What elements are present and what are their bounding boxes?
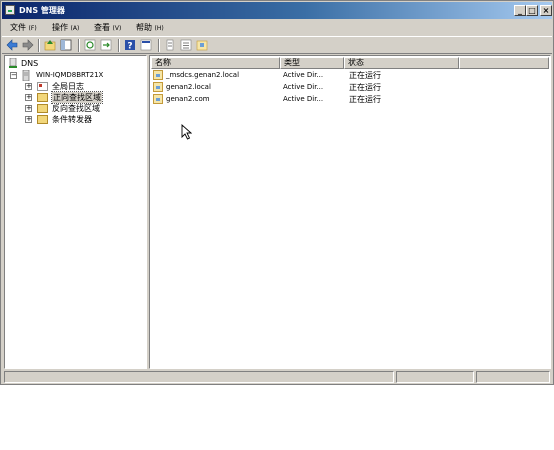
list-item[interactable]: genan2.local Active Dir... 正在运行 <box>152 81 548 93</box>
menu-view-key: (V) <box>112 25 122 32</box>
zone-name: genan2.local <box>166 83 211 91</box>
column-header-status[interactable]: 状态 <box>344 57 459 69</box>
new-zone-icon[interactable] <box>196 39 208 51</box>
status-panel-main <box>4 371 394 383</box>
toolbar-separator <box>38 39 40 52</box>
tree-item-global-logs[interactable]: + 全局日志 <box>8 81 138 92</box>
list-item[interactable]: _msdcs.genan2.local Active Dir... 正在运行 <box>152 69 548 81</box>
zone-name: _msdcs.genan2.local <box>166 71 240 79</box>
title-bar[interactable]: DNS 管理器 _ □ × <box>2 2 552 19</box>
expand-toggle[interactable]: + <box>25 83 32 90</box>
tree-item-label-selected: 正向查找区域 <box>51 91 103 104</box>
zone-list: 名称 类型 状态 _msdcs.genan2.local Active Dir.… <box>149 55 551 369</box>
tree-server-node[interactable]: − WIN-IQMD8BRT21X <box>8 70 138 81</box>
up-icon[interactable] <box>44 39 56 51</box>
collapse-toggle[interactable]: − <box>10 72 17 79</box>
menu-view-label: 查看 <box>94 23 110 32</box>
help-icon[interactable]: ? <box>124 39 136 51</box>
refresh-icon[interactable] <box>84 39 96 51</box>
show-hide-tree-icon[interactable] <box>60 39 72 51</box>
zone-type: Active Dir... <box>283 95 324 103</box>
zone-icon <box>153 82 163 92</box>
list-icon[interactable] <box>180 39 192 51</box>
menu-action[interactable]: 操作 (A) <box>52 22 79 33</box>
menu-bar: 文件 (F) 操作 (A) 查看 (V) 帮助 (H) <box>2 20 552 35</box>
event-log-icon <box>37 82 48 91</box>
tree-item-label: 条件转发器 <box>52 115 92 124</box>
menu-help-label: 帮助 <box>136 23 152 32</box>
menu-file-label: 文件 <box>10 23 26 32</box>
toolbar-separator <box>118 39 120 52</box>
tree-root-dns[interactable]: DNS <box>8 58 88 69</box>
zone-status: 正在运行 <box>349 95 381 104</box>
zone-name: genan2.com <box>166 95 210 103</box>
toolbar: ? <box>2 36 552 54</box>
column-header-empty[interactable] <box>459 57 549 69</box>
window-title: DNS 管理器 <box>19 6 65 15</box>
forward-icon[interactable] <box>22 39 34 51</box>
zone-type: Active Dir... <box>283 71 324 79</box>
column-icon[interactable] <box>164 39 176 51</box>
tree-item-conditional-forwarders[interactable]: + 条件转发器 <box>8 114 138 125</box>
menu-action-label: 操作 <box>52 23 68 32</box>
status-bar <box>2 370 552 384</box>
status-panel-3 <box>476 371 550 383</box>
menu-help-key: (H) <box>154 25 164 32</box>
tree-item-reverse-lookup-zones[interactable]: + 反向查找区域 <box>8 103 138 114</box>
menu-view[interactable]: 查看 (V) <box>94 22 121 33</box>
menu-help[interactable]: 帮助 (H) <box>136 22 164 33</box>
dns-app-icon <box>5 5 15 15</box>
column-header-name[interactable]: 名称 <box>151 57 280 69</box>
zone-icon <box>153 94 163 104</box>
svg-text:?: ? <box>127 42 132 52</box>
mouse-pointer-icon <box>181 124 192 140</box>
menu-file-key: (F) <box>28 25 37 32</box>
menu-action-key: (A) <box>70 25 80 32</box>
zone-status: 正在运行 <box>349 71 381 80</box>
folder-icon <box>37 115 48 124</box>
back-icon[interactable] <box>6 39 18 51</box>
dns-icon <box>9 58 17 68</box>
status-panel-2 <box>396 371 474 383</box>
expand-toggle[interactable]: + <box>25 116 32 123</box>
menu-file[interactable]: 文件 (F) <box>10 22 37 33</box>
zone-status: 正在运行 <box>349 83 381 92</box>
zone-type: Active Dir... <box>283 83 324 91</box>
dns-manager-window: DNS 管理器 _ □ × 文件 (F) 操作 (A) 查看 (V) 帮助 (H… <box>0 0 554 385</box>
tree-item-label: 反向查找区域 <box>52 104 100 113</box>
tree-item-label: 全局日志 <box>52 82 84 91</box>
expand-toggle[interactable]: + <box>25 94 32 101</box>
minimize-button[interactable]: _ <box>514 5 526 16</box>
folder-icon <box>37 93 48 102</box>
list-item[interactable]: genan2.com Active Dir... 正在运行 <box>152 93 548 105</box>
tree-server-label: WIN-IQMD8BRT21X <box>36 71 104 79</box>
column-header-type[interactable]: 类型 <box>280 57 344 69</box>
close-button[interactable]: × <box>540 5 552 16</box>
expand-toggle[interactable]: + <box>25 105 32 112</box>
zone-icon <box>153 70 163 80</box>
toolbar-separator <box>158 39 160 52</box>
tree-root-label: DNS <box>21 59 39 68</box>
server-icon <box>22 70 30 81</box>
maximize-button[interactable]: □ <box>526 5 538 16</box>
export-icon[interactable] <box>100 39 112 51</box>
console-tree: DNS − WIN-IQMD8BRT21X + 全局日志 + 正向查找区域 + … <box>4 55 147 369</box>
toolbar-separator <box>78 39 80 52</box>
folder-icon <box>37 104 48 113</box>
properties-icon[interactable] <box>140 39 152 51</box>
tree-item-forward-lookup-zones[interactable]: + 正向查找区域 <box>8 91 138 104</box>
